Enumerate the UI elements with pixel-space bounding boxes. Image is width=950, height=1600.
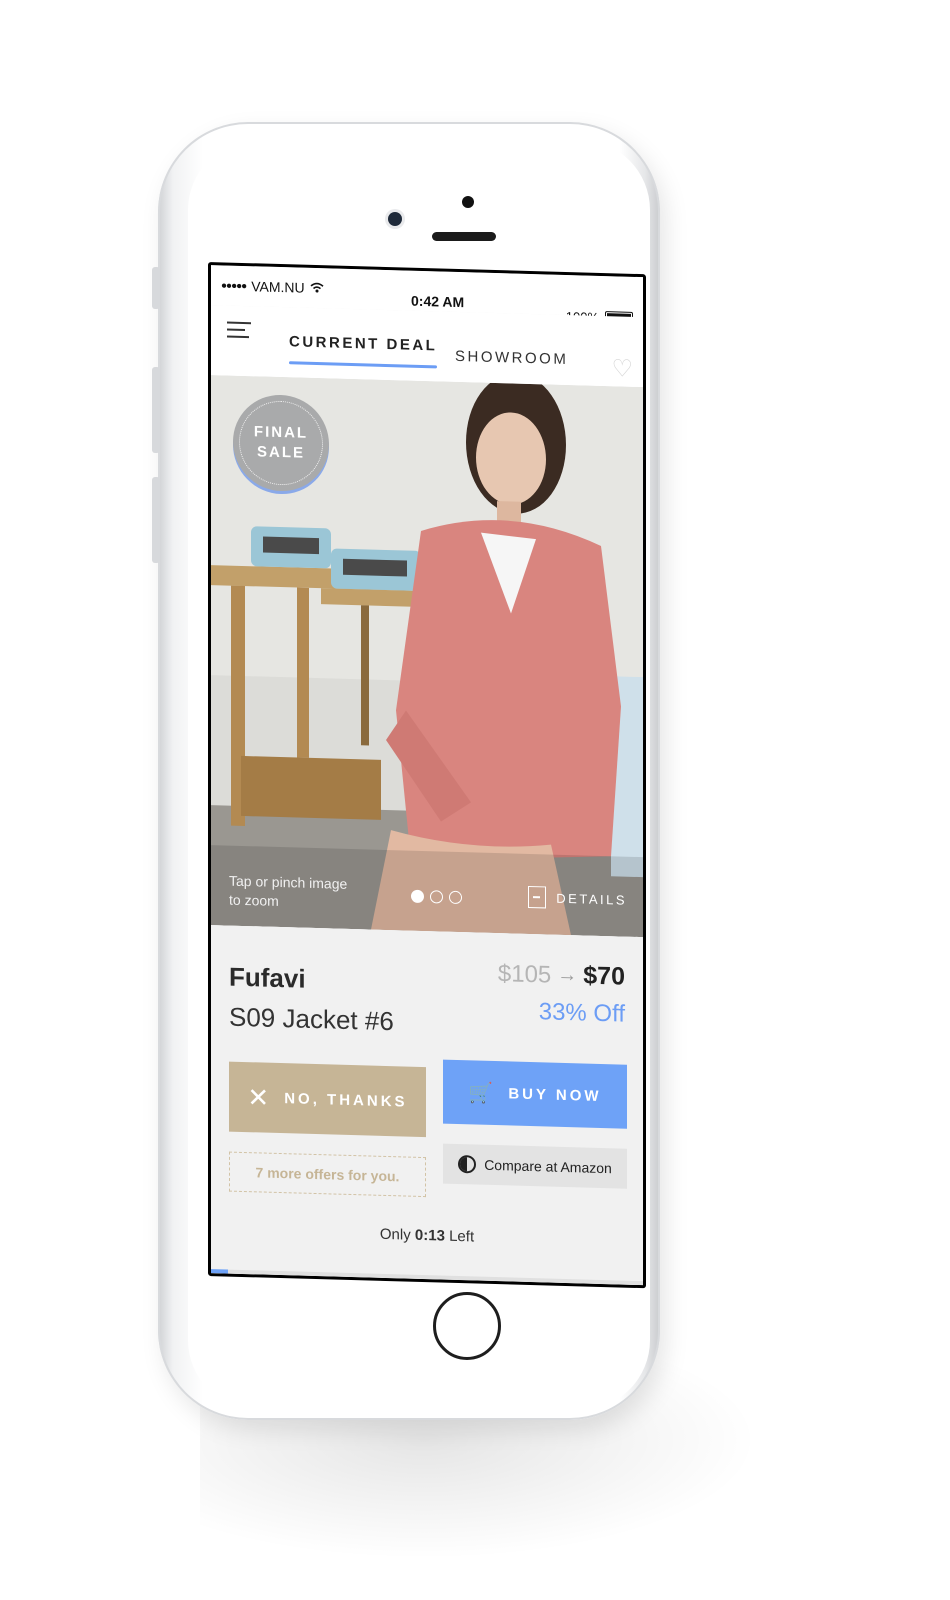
deal-timer: Only 0:13 Left (211, 1221, 643, 1250)
compare-icon (458, 1154, 477, 1174)
product-info: Fufavi S09 Jacket #6 $105 → $70 33% Off … (211, 925, 643, 1286)
zoom-hint: Tap or pinch image to zoom (229, 872, 348, 909)
proximity-sensor (462, 196, 474, 208)
tab-current-deal-label: CURRENT DEAL (289, 333, 438, 355)
buy-now-label: BUY NOW (508, 1084, 602, 1105)
compare-label: Compare at Amazon (484, 1156, 612, 1177)
cart-icon: 🛒 (468, 1081, 497, 1105)
phone-screen: ●●●●● VAM.NU 0:42 AM 100% CURRENT DEAL S… (208, 262, 646, 1289)
sale-price: $70 (583, 961, 625, 991)
signal-strength-icon: ●●●●● (221, 279, 247, 292)
front-camera (388, 212, 402, 226)
active-tab-indicator (289, 361, 438, 369)
product-name: S09 Jacket #6 (229, 1001, 394, 1037)
arrow-right-icon: → (557, 963, 578, 987)
tab-current-deal[interactable]: CURRENT DEAL (289, 333, 438, 369)
tab-showroom[interactable]: SHOWROOM (455, 348, 568, 368)
carrier-info: ●●●●● VAM.NU (221, 277, 324, 296)
volume-up-button (152, 367, 160, 453)
mute-switch (152, 267, 160, 309)
volume-down-button (152, 477, 160, 563)
details-button[interactable]: DETAILS (528, 885, 627, 911)
status-time: 0:42 AM (411, 292, 465, 311)
document-icon (528, 885, 547, 909)
final-sale-label: FINAL SALE (239, 399, 323, 487)
details-label: DETAILS (556, 890, 627, 908)
pager-dot-active[interactable] (411, 889, 424, 904)
wifi-icon (310, 280, 324, 296)
top-navigation: CURRENT DEAL SHOWROOM ♡ (211, 305, 643, 388)
no-thanks-button[interactable]: ✕ NO, THANKS (229, 1061, 426, 1138)
image-pager[interactable] (411, 889, 462, 905)
compare-amazon-button[interactable]: Compare at Amazon (443, 1143, 627, 1189)
price-row: $105 → $70 (498, 959, 625, 992)
timer-suffix: Left (449, 1227, 475, 1246)
carrier-name: VAM.NU (251, 278, 305, 296)
more-offers-link[interactable]: 7 more offers for you. (229, 1151, 426, 1198)
timer-value: 0:13 (414, 1226, 445, 1245)
original-price: $105 (497, 959, 552, 989)
timer-prefix: Only (379, 1225, 411, 1244)
home-button[interactable] (433, 1292, 501, 1360)
heart-icon[interactable]: ♡ (611, 354, 633, 384)
close-icon: ✕ (247, 1081, 273, 1113)
menu-icon[interactable] (227, 321, 251, 344)
discount-label: 33% Off (538, 998, 625, 1028)
brand-name: Fufavi (229, 961, 306, 994)
product-image[interactable]: FINAL SALE Tap or pinch image to zoom DE… (211, 375, 643, 938)
earpiece-speaker (432, 232, 496, 241)
pager-dot[interactable] (449, 890, 462, 905)
buy-now-button[interactable]: 🛒 BUY NOW (443, 1059, 627, 1129)
no-thanks-label: NO, THANKS (284, 1089, 408, 1111)
pager-dot[interactable] (430, 890, 443, 904)
deal-progress-fill (211, 1269, 229, 1274)
app-screen: ●●●●● VAM.NU 0:42 AM 100% CURRENT DEAL S… (211, 265, 643, 1286)
